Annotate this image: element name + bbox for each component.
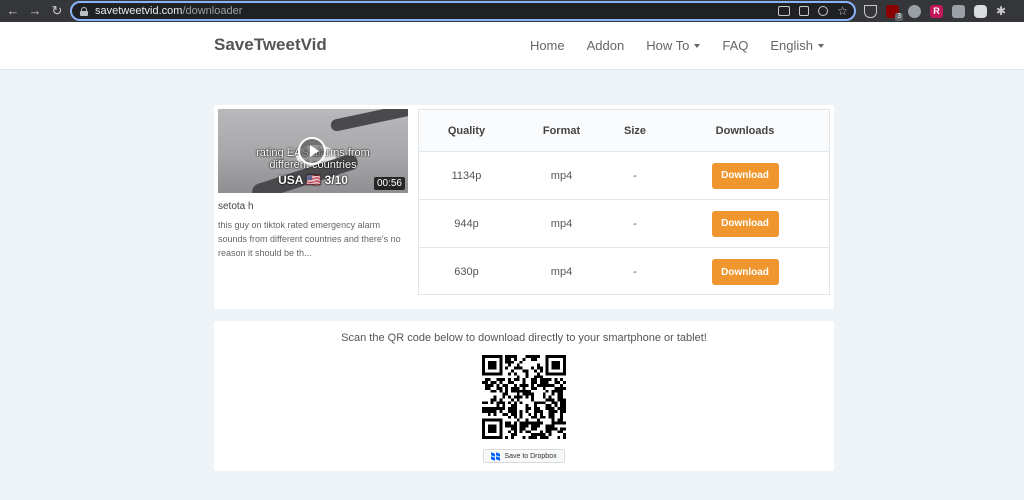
- cast-icon[interactable]: [778, 6, 791, 16]
- bookmark-star-icon[interactable]: ☆: [837, 3, 848, 19]
- share-icon[interactable]: [818, 6, 829, 16]
- pocket-extension-icon[interactable]: [864, 4, 877, 18]
- dropbox-label: Save to Dropbox: [504, 452, 557, 460]
- quality-cell: 630p: [454, 266, 479, 278]
- caret-down-icon: [818, 44, 824, 48]
- ublock-extension-icon[interactable]: 3: [886, 4, 903, 21]
- size-cell: -: [633, 217, 637, 230]
- forward-arrow-icon[interactable]: →: [26, 2, 44, 20]
- extensions-puzzle-icon[interactable]: ✱: [996, 4, 1006, 18]
- nav-language[interactable]: English: [770, 38, 824, 53]
- qr-instruction: Scan the QR code below to download direc…: [341, 332, 707, 344]
- format-cell: mp4: [550, 217, 573, 230]
- ublock-badge: 3: [895, 12, 903, 21]
- quality-cell: 944p: [454, 217, 479, 230]
- size-cell: -: [633, 169, 637, 182]
- dropbox-icon: [491, 451, 501, 461]
- table-row: 944p mp4 - Download: [419, 200, 829, 248]
- caret-down-icon: [694, 44, 701, 48]
- url-path: /downloader: [182, 5, 243, 17]
- nav-faq[interactable]: FAQ: [722, 38, 748, 53]
- nav-how-to-label: How To: [646, 38, 690, 53]
- nav-home-label: Home: [529, 38, 565, 53]
- main-nav: Home Addon How To FAQ English: [530, 38, 824, 53]
- format-cell: mp4: [550, 266, 573, 278]
- video-thumbnail[interactable]: rating EAS alarms from different countri…: [218, 109, 408, 193]
- header-quality: Quality: [447, 124, 486, 137]
- nav-home[interactable]: Home: [530, 38, 565, 53]
- extensions-bar: 3 R ✱: [864, 3, 1006, 21]
- globe-extension-icon[interactable]: [908, 4, 921, 18]
- square-extension-icon[interactable]: [952, 4, 965, 18]
- quality-cell: 1134p: [451, 169, 482, 182]
- nav-faq-label: FAQ: [722, 38, 749, 53]
- site-logo[interactable]: SaveTweetVid: [214, 35, 327, 55]
- address-bar[interactable]: savetweetvid.com/downloader ☆: [70, 1, 856, 21]
- download-button[interactable]: Download: [711, 162, 779, 189]
- nav-addon[interactable]: Addon: [587, 38, 625, 53]
- size-cell: -: [633, 266, 637, 278]
- header-downloads: Downloads: [715, 124, 775, 137]
- table-header-row: Quality Format Size Downloads: [419, 110, 829, 152]
- browser-toolbar: ← → ↻ savetweetvid.com/downloader ☆ 3 R …: [0, 0, 1024, 22]
- download-button[interactable]: Download: [711, 210, 779, 237]
- back-arrow-icon[interactable]: ←: [4, 2, 22, 20]
- qr-card: Scan the QR code below to download direc…: [214, 321, 834, 471]
- video-duration: 00:56: [373, 177, 405, 190]
- save-to-dropbox-button[interactable]: Save to Dropbox: [483, 449, 565, 463]
- format-cell: mp4: [550, 169, 573, 182]
- qr-share-icon[interactable]: [799, 6, 810, 16]
- nav-how-to[interactable]: How To: [646, 38, 701, 53]
- nav-language-label: English: [770, 38, 813, 53]
- qr-code-image: [482, 355, 566, 439]
- download-cell: Download: [661, 200, 829, 247]
- download-cell: Download: [661, 248, 829, 296]
- nav-addon-label: Addon: [586, 38, 625, 53]
- lock-icon[interactable]: [80, 6, 88, 16]
- video-author: setota h: [218, 201, 254, 212]
- result-card: rating EAS alarms from different countri…: [214, 105, 834, 309]
- play-icon[interactable]: [298, 137, 326, 165]
- r-extension-icon[interactable]: R: [930, 4, 943, 18]
- header-size: Size: [623, 124, 646, 137]
- download-table: Quality Format Size Downloads 1134p mp4 …: [418, 109, 830, 295]
- video-description: this guy on tiktok rated emergency alarm…: [218, 220, 401, 258]
- table-row: 1134p mp4 - Download: [419, 152, 829, 200]
- download-cell: Download: [661, 152, 829, 199]
- download-button[interactable]: Download: [711, 259, 779, 285]
- reload-icon[interactable]: ↻: [48, 2, 66, 20]
- fan-blade-graphic: [329, 109, 408, 133]
- site-header: SaveTweetVid Home Addon How To FAQ Engli…: [0, 22, 1024, 70]
- header-format: Format: [542, 124, 581, 137]
- table-row: 630p mp4 - Download: [419, 248, 829, 296]
- url-host: savetweetvid.com: [95, 5, 183, 17]
- chat-extension-icon[interactable]: [974, 4, 987, 18]
